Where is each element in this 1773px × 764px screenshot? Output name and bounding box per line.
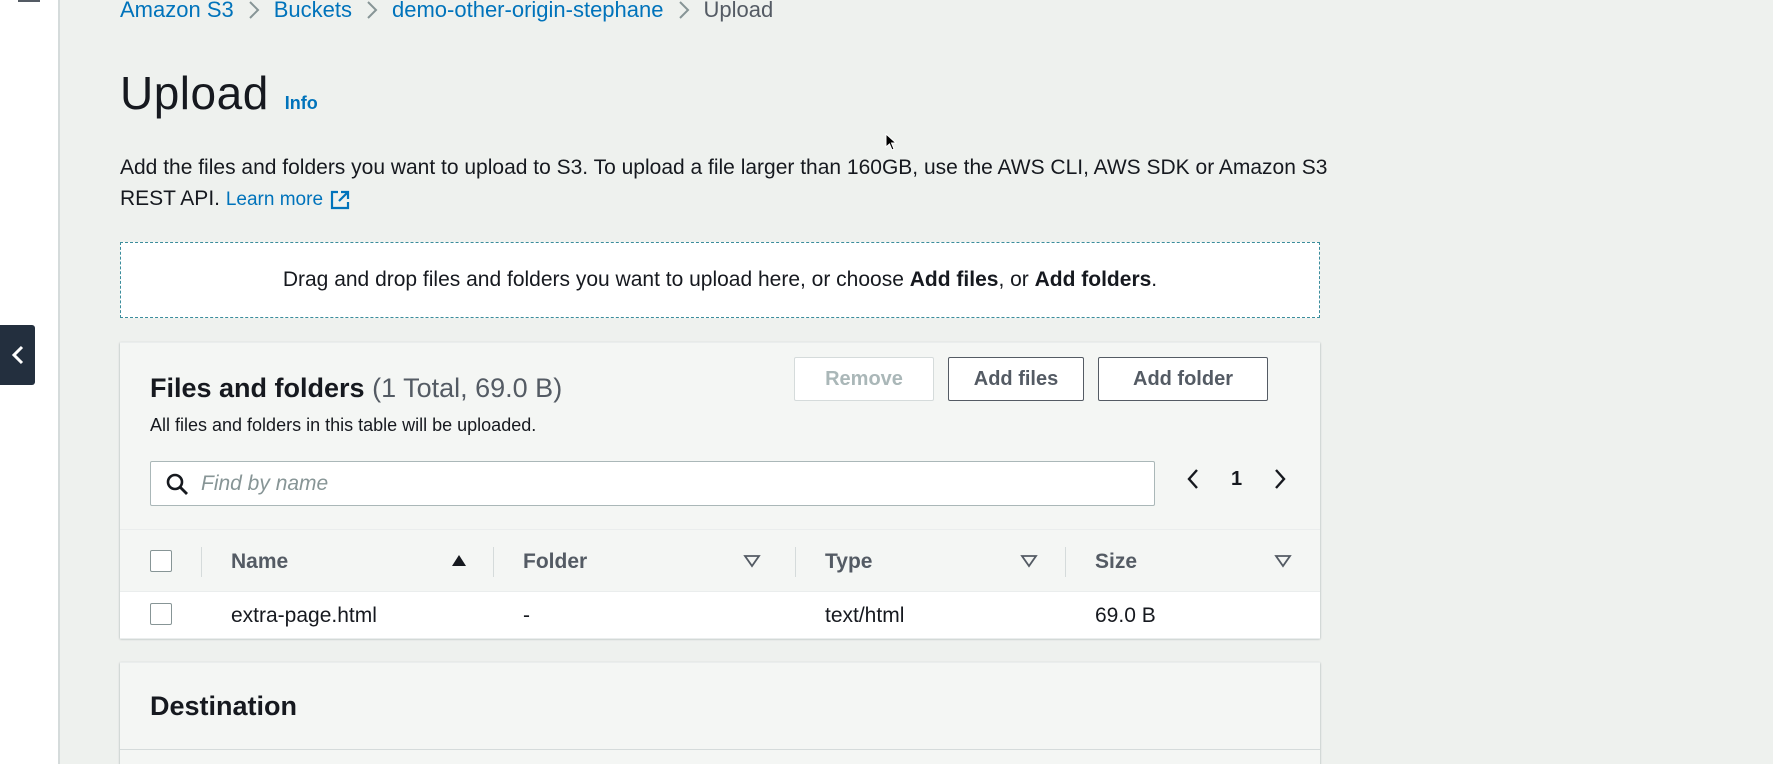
column-header-size[interactable]: Size	[1095, 530, 1137, 593]
chevron-left-icon[interactable]	[1185, 467, 1201, 491]
column-divider	[201, 547, 202, 577]
drop-zone-add-folders-text: Add folders	[1034, 268, 1152, 291]
hamburger-menu-icon[interactable]	[18, 0, 40, 2]
column-header-type[interactable]: Type	[825, 530, 872, 593]
row-checkbox[interactable]	[150, 603, 172, 625]
cell-name: extra-page.html	[231, 604, 377, 627]
cell-size: 69.0 B	[1095, 604, 1156, 627]
column-divider	[493, 547, 494, 577]
page-header: Upload Info	[120, 66, 318, 120]
files-and-folders-panel: Files and folders (1 Total, 69.0 B) All …	[120, 342, 1320, 639]
mouse-cursor-icon	[885, 133, 897, 151]
info-link[interactable]: Info	[285, 93, 318, 114]
divider	[120, 749, 1320, 750]
files-panel-subtitle: All files and folders in this table will…	[150, 415, 537, 435]
search-icon	[166, 473, 188, 495]
learn-more-link[interactable]: Learn more	[226, 184, 351, 215]
destination-panel: Destination	[120, 662, 1320, 764]
sort-triangle-icon[interactable]	[743, 552, 761, 570]
drop-zone-text-middle: , or	[998, 268, 1035, 291]
breadcrumb-amazon-s3[interactable]: Amazon S3	[120, 0, 234, 23]
drop-zone-text: Drag and drop files and folders you want…	[283, 268, 1157, 292]
select-all-checkbox[interactable]	[150, 550, 172, 572]
pagination: 1	[1185, 467, 1288, 491]
remove-button[interactable]: Remove	[794, 357, 934, 401]
column-header-name[interactable]: Name	[231, 530, 288, 593]
breadcrumb-current: Upload	[703, 0, 774, 22]
table-row: extra-page.html - text/html 69.0 B	[120, 592, 1320, 639]
add-files-button[interactable]: Add files	[948, 357, 1084, 401]
search-box	[150, 461, 1155, 506]
column-divider	[1065, 547, 1066, 577]
breadcrumb-buckets[interactable]: Buckets	[274, 0, 352, 23]
destination-title: Destination	[150, 691, 298, 721]
search-input[interactable]	[201, 471, 1101, 496]
sort-ascending-icon[interactable]	[450, 552, 468, 570]
sort-triangle-icon[interactable]	[1020, 552, 1038, 570]
drop-zone-text-start: Drag and drop files and folders you want…	[282, 268, 910, 291]
files-panel-heading: Files and folders	[150, 373, 365, 403]
table-header: Name Folder Type Size	[120, 529, 1320, 592]
external-link-icon	[330, 190, 350, 209]
sort-triangle-icon[interactable]	[1274, 552, 1292, 570]
breadcrumb-separator-icon	[366, 0, 378, 20]
files-panel-title: Files and folders (1 Total, 69.0 B)	[150, 373, 562, 404]
drop-zone-add-files-text: Add files	[909, 268, 999, 291]
chevron-right-icon[interactable]	[1272, 467, 1288, 491]
learn-more-label: Learn more	[225, 189, 324, 210]
cell-type: text/html	[825, 604, 905, 627]
page-title: Upload	[120, 67, 269, 119]
chevron-left-icon	[11, 345, 23, 365]
column-divider	[795, 547, 796, 577]
drop-zone[interactable]: Drag and drop files and folders you want…	[120, 242, 1320, 318]
breadcrumb-bucket-name[interactable]: demo-other-origin-stephane	[392, 0, 664, 23]
collapse-panel-button[interactable]	[0, 325, 35, 385]
page-description: Add the files and folders you want to up…	[120, 152, 1340, 215]
page-number[interactable]: 1	[1231, 468, 1242, 491]
breadcrumb: Amazon S3 Buckets demo-other-origin-step…	[120, 0, 773, 23]
cell-folder: -	[523, 604, 530, 627]
drop-zone-text-end: .	[1151, 268, 1158, 291]
files-count: (1 Total, 69.0 B)	[372, 373, 563, 403]
breadcrumb-separator-icon	[678, 0, 690, 20]
add-folder-button[interactable]: Add folder	[1098, 357, 1268, 401]
breadcrumb-separator-icon	[248, 0, 260, 20]
column-header-folder[interactable]: Folder	[523, 530, 587, 593]
